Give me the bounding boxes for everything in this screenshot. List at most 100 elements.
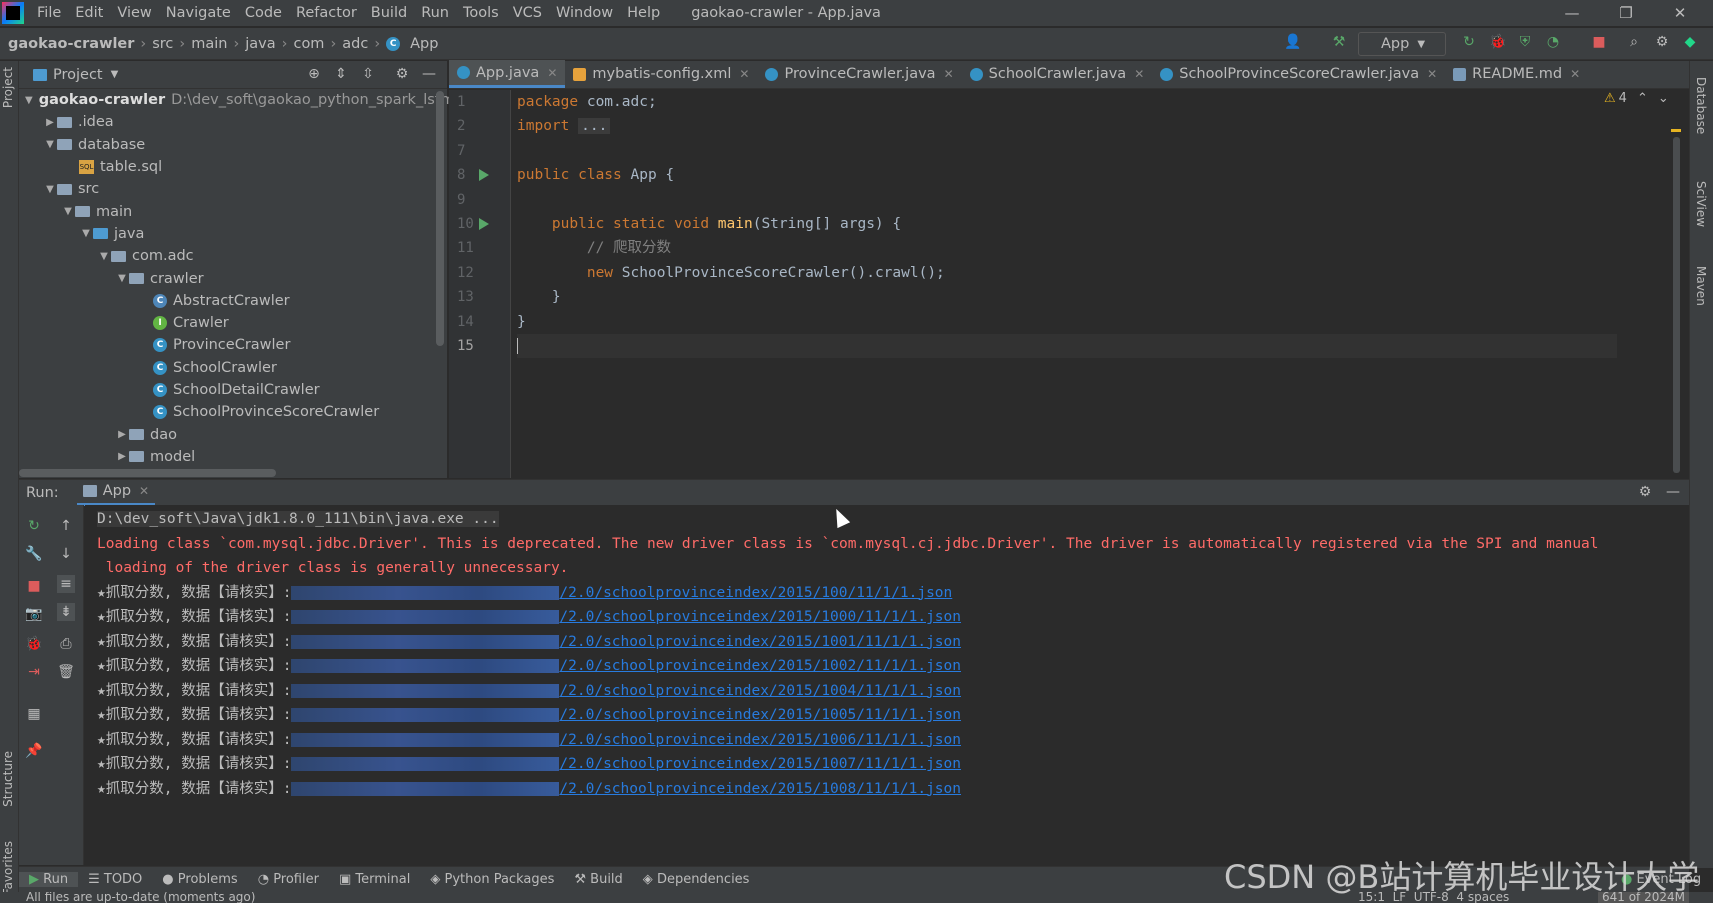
menu-tools[interactable]: Tools [456, 5, 506, 21]
tree-item-root[interactable]: ▼ gaokao-crawler D:\dev_soft\gaokao_pyth… [19, 89, 462, 111]
tree-item-dao[interactable]: ▶ dao [19, 423, 447, 445]
chevron-right-icon[interactable]: ▶ [43, 117, 57, 128]
chevron-down-icon[interactable]: ▼ [79, 228, 93, 239]
previous-highlight-icon[interactable]: ⌃ [1637, 91, 1648, 106]
menu-vcs[interactable]: VCS [506, 5, 549, 21]
tool-build[interactable]: ⚒ Build [564, 872, 632, 887]
tool-problems[interactable]: ● Problems [152, 872, 247, 887]
folded-imports[interactable]: ... [578, 118, 611, 135]
gear-icon[interactable]: ⚙ [1637, 484, 1653, 500]
tree-item-com-adc[interactable]: ▼ com.adc [19, 245, 447, 267]
layout-icon[interactable]: ▦ [25, 705, 43, 723]
chevron-down-icon[interactable]: ▼ [97, 251, 111, 262]
tool-run[interactable]: ▶ Run [19, 872, 79, 887]
tree-item-crawler[interactable]: ▼ crawler [19, 267, 447, 289]
close-icon[interactable]: ✕ [1657, 0, 1703, 26]
tool-favorites[interactable]: Favorites [1, 841, 15, 895]
tree-item-src[interactable]: ▼ src [19, 178, 447, 200]
scroll-to-end-icon[interactable]: ⇟ [57, 603, 75, 621]
code-editor[interactable]: package com.adc; import ... public class… [517, 90, 1617, 478]
inspection-widget[interactable]: ⚠ 4 ⌃ ⌄ [1604, 91, 1669, 106]
expand-all-icon[interactable]: ⇕ [333, 66, 349, 82]
console-link[interactable]: /2.0/schoolprovinceindex/2015/1004/11/1/… [559, 683, 961, 699]
user-icon[interactable]: 👤 [1284, 34, 1301, 50]
tab-mybatis-config[interactable]: mybatis-config.xml ✕ [565, 60, 757, 88]
menu-file[interactable]: File [30, 5, 68, 21]
run-console[interactable]: D:\dev_soft\Java\jdk1.8.0_111\bin\java.e… [85, 505, 1689, 865]
exit-icon[interactable]: ⇥ [25, 663, 43, 681]
breadcrumb-app[interactable]: App [406, 36, 442, 52]
close-icon[interactable]: ✕ [139, 484, 149, 498]
gear-icon[interactable]: ⚙ [394, 66, 410, 82]
tree-item-java[interactable]: ▼ java [19, 223, 447, 245]
pin-icon[interactable]: 📌 [25, 742, 43, 760]
tree-item-abstractcrawler[interactable]: C AbstractCrawler [19, 290, 447, 312]
stop-icon[interactable]: ■ [1591, 34, 1607, 50]
gear-icon[interactable]: ⚙ [1654, 34, 1670, 50]
breadcrumb-java[interactable]: java [241, 36, 279, 52]
close-icon[interactable]: ✕ [1134, 67, 1144, 81]
search-icon[interactable]: ⌕ [1626, 34, 1642, 50]
debug-icon[interactable]: 🐞 [1489, 34, 1506, 50]
console-link[interactable]: /2.0/schoolprovinceindex/2015/1007/11/1/… [559, 756, 961, 772]
tool-structure[interactable]: Structure [1, 751, 15, 807]
horizontal-scrollbar[interactable] [19, 469, 276, 477]
vertical-scrollbar[interactable] [436, 91, 444, 346]
next-highlight-icon[interactable]: ⌄ [1658, 91, 1669, 106]
tab-readme[interactable]: README.md ✕ [1445, 60, 1588, 88]
locate-icon[interactable]: ⊕ [306, 66, 322, 82]
debug-icon[interactable]: 🐞 [25, 635, 43, 653]
chevron-down-icon[interactable]: ▼ [43, 184, 57, 195]
chevron-down-icon[interactable]: ▼ [25, 95, 33, 106]
console-link[interactable]: /2.0/schoolprovinceindex/2015/1008/11/1/… [559, 781, 961, 797]
coverage-icon[interactable]: ⛨ [1517, 34, 1533, 50]
arrow-up-icon[interactable]: ↑ [57, 517, 75, 535]
close-icon[interactable]: ✕ [1427, 67, 1437, 81]
tool-python-packages[interactable]: ◈ Python Packages [420, 872, 564, 887]
tree-item-crawler-interface[interactable]: I Crawler [19, 312, 447, 334]
tool-terminal[interactable]: ▣ Terminal [329, 872, 420, 887]
console-link[interactable]: /2.0/schoolprovinceindex/2015/100/11/1/1… [559, 585, 952, 601]
console-link[interactable]: /2.0/schoolprovinceindex/2015/1000/11/1/… [559, 609, 961, 625]
menu-run[interactable]: Run [414, 5, 456, 21]
chevron-down-icon[interactable]: ▼ [61, 206, 75, 217]
chevron-right-icon[interactable]: ▶ [115, 451, 129, 462]
print-icon[interactable]: ⎙ [57, 635, 75, 653]
tree-item-schoolcrawler[interactable]: C SchoolCrawler [19, 357, 447, 379]
console-link[interactable]: /2.0/schoolprovinceindex/2015/1001/11/1/… [559, 634, 961, 650]
menu-build[interactable]: Build [364, 5, 414, 21]
menu-refactor[interactable]: Refactor [289, 5, 364, 21]
camera-icon[interactable]: 📷 [25, 605, 43, 623]
tool-project[interactable]: Project [1, 67, 15, 108]
menu-navigate[interactable]: Navigate [159, 5, 238, 21]
breadcrumb-adc[interactable]: adc [338, 36, 372, 52]
tool-maven[interactable]: Maven [1694, 266, 1708, 306]
tree-item-idea[interactable]: ▶ .idea [19, 111, 447, 133]
editor-scrollbar[interactable] [1673, 137, 1680, 473]
tree-item-model[interactable]: ▶ model [19, 446, 447, 468]
close-icon[interactable]: ✕ [1570, 67, 1580, 81]
tree-item-table-sql[interactable]: SQL table.sql [19, 156, 447, 178]
stop-icon[interactable]: ■ [25, 577, 43, 595]
restore-icon[interactable]: ❐ [1603, 0, 1649, 26]
breadcrumb-src[interactable]: src [148, 36, 177, 52]
tree-item-provincecrawler[interactable]: C ProvinceCrawler [19, 334, 447, 356]
warning-stripe-marker[interactable] [1671, 129, 1681, 132]
chevron-down-icon[interactable]: ▼ [111, 69, 119, 80]
console-link[interactable]: /2.0/schoolprovinceindex/2015/1005/11/1/… [559, 707, 961, 723]
console-command[interactable]: D:\dev_soft\Java\jdk1.8.0_111\bin\java.e… [97, 511, 499, 527]
tree-item-database[interactable]: ▼ database [19, 134, 447, 156]
wrench-icon[interactable]: 🔧 [25, 545, 43, 563]
arrow-down-icon[interactable]: ↓ [57, 545, 75, 563]
run-gutter-icon[interactable] [479, 169, 489, 182]
breadcrumb-project[interactable]: gaokao-crawler [0, 36, 138, 52]
menu-help[interactable]: Help [620, 5, 667, 21]
chevron-right-icon[interactable]: ▶ [115, 429, 129, 440]
tool-dependencies[interactable]: ◈ Dependencies [633, 872, 760, 887]
menu-code[interactable]: Code [238, 5, 289, 21]
tool-sciview[interactable]: SciView [1694, 181, 1708, 227]
tab-schoolprovincescorecrawler[interactable]: SchoolProvinceScoreCrawler.java ✕ [1152, 60, 1445, 88]
tab-schoolcrawler[interactable]: SchoolCrawler.java ✕ [962, 60, 1153, 88]
run-tab-app[interactable]: App ✕ [76, 480, 156, 506]
close-icon[interactable]: ✕ [944, 67, 954, 81]
